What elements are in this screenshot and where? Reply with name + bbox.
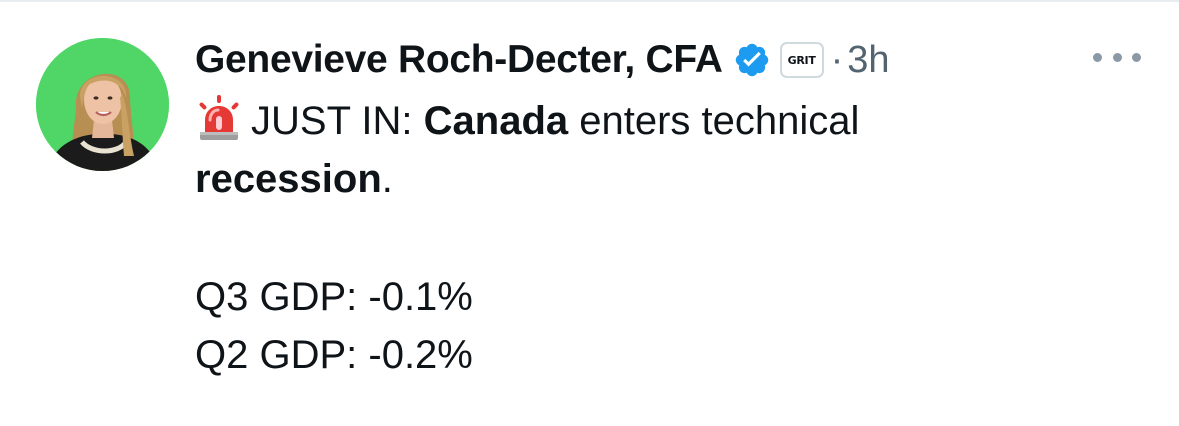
avatar-portrait [36, 38, 169, 171]
tweet-line-2-bold: recession [195, 157, 382, 201]
siren-icon [195, 94, 243, 142]
tweet-line-1-prefix: JUST IN: [251, 99, 424, 143]
tweet-header: Genevieve Roch-Decter, CFA GRIT · 3h [195, 36, 890, 84]
dot [1112, 52, 1122, 62]
dot [1093, 52, 1102, 62]
avatar[interactable] [36, 38, 169, 171]
author-display-name[interactable]: Genevieve Roch-Decter, CFA [195, 38, 723, 82]
top-divider [0, 0, 1179, 2]
dot [1132, 52, 1141, 62]
tweet-text: JUST IN: Canada enters technical recessi… [195, 92, 1095, 208]
timestamp[interactable]: 3h [847, 39, 889, 82]
tweet-line-2: recession. [195, 150, 1095, 208]
tweet-line-1-suffix: enters technical [568, 99, 860, 143]
tweet-line-2-suffix: . [381, 157, 393, 201]
affiliate-badge-label: GRIT [787, 53, 816, 67]
more-options-icon[interactable] [1093, 47, 1141, 67]
verified-badge-icon[interactable] [733, 41, 771, 79]
gdp-q3-line: Q3 GDP: -0.1% [195, 275, 473, 319]
affiliate-badge[interactable]: GRIT [779, 42, 824, 78]
gdp-lines: Q3 GDP: -0.1% Q2 GDP: -0.2% [195, 268, 473, 384]
gdp-q2-line: Q2 GDP: -0.2% [195, 333, 473, 377]
header-separator: · [830, 38, 844, 81]
tweet-line-1: JUST IN: Canada enters technical [195, 92, 1095, 150]
tweet-line-1-bold: Canada [423, 99, 569, 143]
